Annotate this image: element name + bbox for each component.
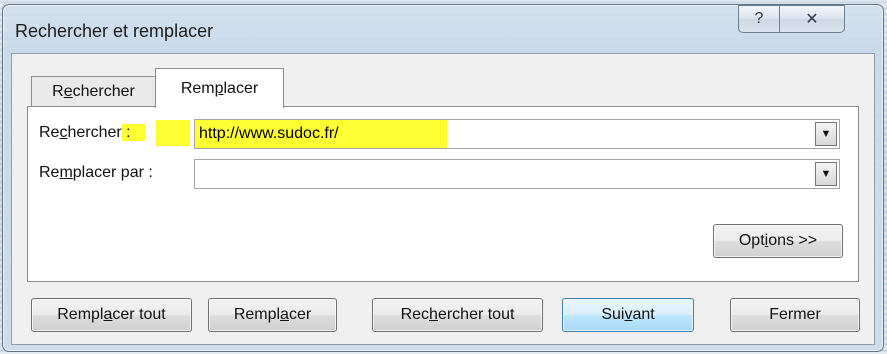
tab-remplacer[interactable]: Remplacer <box>155 68 284 108</box>
search-input-value: http://www.sudoc.fr/ <box>199 125 339 142</box>
find-all-label: Rechercher tout <box>400 306 515 323</box>
find-next-label: Suivant <box>601 306 655 323</box>
replace-all-label: Remplacer tout <box>57 306 166 323</box>
help-button[interactable]: ? <box>738 5 780 33</box>
replace-all-button[interactable]: Remplacer tout <box>31 298 192 332</box>
replace-label: Remplacer <box>233 306 312 323</box>
search-dropdown-button[interactable]: ▼ <box>815 122 837 146</box>
chevron-down-icon: ▼ <box>820 128 832 140</box>
find-replace-dialog: Rechercher et remplacer ? ✕ Rechercher R… <box>2 4 884 352</box>
replace-label: Remplacer par : <box>39 164 153 181</box>
close-button-label: Fermer <box>769 306 821 323</box>
dialog-title: Rechercher et remplacer <box>15 21 214 41</box>
search-label: Rechercher : <box>39 124 145 142</box>
help-icon: ? <box>754 10 764 27</box>
options-button-label: Options >> <box>738 232 818 249</box>
tab-rechercher-label: Rechercher <box>52 83 135 100</box>
replace-dropdown-button[interactable]: ▼ <box>815 162 837 186</box>
search-label-highlight <box>156 120 190 146</box>
dialog-client-area: Rechercher Remplacer Rechercher : http:/… <box>11 53 875 345</box>
search-input[interactable]: http://www.sudoc.fr/ ▼ <box>194 119 840 149</box>
tab-rechercher[interactable]: Rechercher <box>31 76 156 107</box>
close-icon: ✕ <box>805 11 819 28</box>
options-button[interactable]: Options >> <box>713 224 843 258</box>
close-button[interactable]: Fermer <box>730 298 860 332</box>
replace-input[interactable]: ▼ <box>194 159 840 189</box>
chevron-down-icon: ▼ <box>820 168 832 180</box>
close-window-button[interactable]: ✕ <box>779 5 845 33</box>
replace-button[interactable]: Remplacer <box>208 298 337 332</box>
find-next-button[interactable]: Suivant <box>562 298 694 332</box>
find-all-button[interactable]: Rechercher tout <box>372 298 543 332</box>
tab-remplacer-label: Remplacer <box>180 79 259 97</box>
replace-tab-panel: Rechercher : http://www.sudoc.fr/ ▼ Remp… <box>27 106 859 282</box>
